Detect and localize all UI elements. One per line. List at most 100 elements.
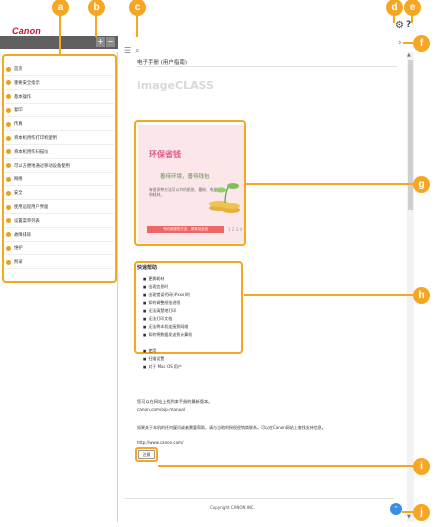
sidebar-item-label: 维护 (14, 246, 23, 252)
quick-help-item[interactable]: 使用 (143, 348, 156, 354)
bullet-icon (6, 190, 11, 196)
bullet-icon (6, 149, 11, 155)
callout-g: g (413, 176, 430, 193)
sidebar-divider (4, 88, 114, 90)
sidebar-divider (4, 171, 114, 173)
callout-leader-line (403, 42, 413, 44)
scroll-up-icon[interactable]: ▲ (407, 52, 411, 58)
product-name: imageCLASS (137, 79, 214, 92)
callout-leader-line (244, 294, 413, 296)
banner-subtitle: 善待环境，善待钱包 (160, 174, 210, 180)
quick-help-item[interactable]: 出现错误代码(#xxx)时 (143, 292, 190, 298)
quick-help-item[interactable]: 出现信息时 (143, 284, 168, 290)
manual-url-link[interactable]: canon.com/oip-manual (137, 407, 185, 412)
sidebar-item[interactable]: 首页 (6, 66, 23, 72)
callout-f: f (413, 35, 430, 52)
sidebar-item[interactable]: 将本机用作扫描仪 (6, 149, 48, 155)
callout-leader-line (136, 15, 138, 37)
page-title: 电子手册 (用户指南) (137, 60, 188, 66)
sidebar-item[interactable]: 故障排除 (6, 232, 31, 238)
sidebar-divider (4, 226, 114, 228)
gear-icon[interactable]: ⚙ (395, 20, 404, 31)
title-divider (137, 66, 397, 67)
canon-url-link[interactable]: http://www.canon.com/ (137, 440, 183, 445)
sidebar-item-label: 将本机用作打印机使用 (14, 136, 57, 141)
bullet-icon (6, 107, 11, 113)
bullet-icon (6, 66, 11, 72)
callout-b: b (88, 0, 105, 16)
quick-help-item[interactable]: 扫描设置 (143, 356, 164, 362)
quick-help-item[interactable]: 对于 Mac OS 用户 (143, 364, 182, 370)
sidebar-item-label: 将本机用作扫描仪 (14, 149, 49, 155)
notice-highlight-box (135, 447, 158, 462)
quick-help-item[interactable]: 无法打印文档 (143, 316, 172, 322)
quick-help-item[interactable]: 无法将本机连接到网络 (143, 324, 188, 330)
quick-help-item[interactable]: 更换耗材 (143, 276, 164, 282)
sidebar-item-label: 重要安全指示 (14, 80, 40, 86)
sidebar-divider (4, 116, 114, 118)
banner-pager[interactable]: 1 2 3 4 (228, 227, 242, 232)
sidebar-item[interactable]: 附录 (6, 259, 23, 265)
quick-help-item[interactable]: 无法清楚地打印 (143, 308, 176, 314)
sidebar-item-label: 基本操作 (14, 94, 32, 100)
sidebar-item[interactable]: 可以方便地通过移动设备使用 (6, 163, 70, 169)
callout-leader-line (393, 15, 395, 23)
next-page-icon[interactable]: › (398, 38, 402, 48)
sidebar-divider (4, 199, 114, 201)
callout-leader-line (246, 183, 413, 185)
quick-help-item[interactable]: 如何将数据发送到计算机 (143, 332, 192, 338)
callout-d: d (386, 0, 403, 16)
sidebar-item-label: 首页 (14, 67, 23, 72)
sidebar-item[interactable]: 维护 (6, 245, 23, 251)
sidebar-item[interactable]: 安全 (6, 190, 23, 196)
callout-i: i (413, 458, 430, 475)
scrollbar-thumb[interactable] (408, 60, 413, 210)
scroll-down-icon[interactable]: ▼ (407, 514, 411, 520)
sidebar-divider (4, 268, 114, 270)
sidebar-divider (4, 254, 114, 256)
sidebar-item[interactable]: 传真 (6, 121, 23, 127)
callout-leader-line (402, 511, 413, 513)
sidebar-item[interactable]: 基本操作 (6, 94, 31, 100)
sidebar-item[interactable]: 复印 (6, 107, 23, 113)
sidebar-divider (4, 185, 114, 187)
banner-link[interactable]: 节约资源的方法，请参见此处 (147, 226, 224, 233)
info-text-1: 您可以在网站上找到本手册的最新版本。 (137, 399, 213, 404)
callout-c: c (129, 0, 146, 16)
search-icon[interactable]: ⌕ (135, 46, 139, 55)
callout-leader-line (411, 15, 413, 23)
sidebar-item-label: 网络 (14, 177, 23, 183)
bullet-icon (6, 232, 11, 238)
sidebar-item[interactable]: 重要安全指示 (6, 80, 40, 86)
sidebar-item-label: 设置菜单列表 (14, 218, 40, 224)
sidebar-item-label: 附录 (14, 260, 23, 266)
bullet-icon (6, 94, 11, 100)
sidebar-item[interactable]: 将本机用作打印机使用 (6, 135, 57, 141)
expand-all-button[interactable]: + (96, 37, 105, 47)
list-icon[interactable]: ☰ (124, 46, 131, 55)
quick-help-title: 快速帮助 (137, 265, 158, 271)
callout-leader-line (59, 15, 61, 55)
footer-divider (124, 498, 394, 499)
sidebar-item[interactable]: 使用远程用户界面 (6, 204, 48, 210)
bullet-icon (6, 163, 11, 169)
callout-leader-line (95, 15, 97, 37)
callout-leader-line (158, 465, 413, 467)
bullet-icon (6, 204, 11, 210)
sidebar-item[interactable]: 设置菜单列表 (6, 218, 40, 224)
info-text-2: 如果关于本机的任何疑问或者需要帮助，请与当地的授权经销商联系。可以在Canon网… (137, 425, 326, 430)
sidebar-divider (4, 157, 114, 159)
quick-help-item[interactable]: 如何调整纸张进纸 (143, 300, 180, 306)
tree-toggle-group: + − (96, 37, 116, 47)
bullet-icon (6, 218, 11, 224)
bullet-icon (6, 176, 11, 182)
callout-h: h (413, 287, 430, 304)
collapse-all-button[interactable]: − (106, 37, 115, 47)
sidebar-divider (4, 213, 114, 214)
sidebar-divider (4, 130, 114, 132)
bullet-icon (6, 80, 11, 86)
back-to-top-button[interactable]: ⌃ (390, 503, 402, 515)
sidebar-item[interactable]: 网络 (6, 176, 23, 182)
callout-e: e (404, 0, 421, 16)
sidebar-divider (4, 144, 114, 145)
